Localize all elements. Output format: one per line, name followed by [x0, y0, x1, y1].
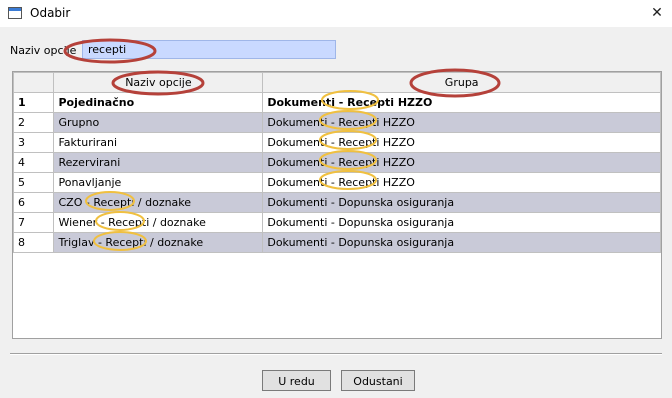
row-name: Pojedinačno — [53, 92, 264, 113]
table-row[interactable]: 6 CZO - Recepti / doznake Dokumenti - Do… — [13, 192, 661, 213]
close-button[interactable]: ✕ — [642, 0, 672, 27]
row-number: 1 — [13, 92, 55, 113]
row-number: 7 — [13, 212, 55, 233]
table-row[interactable]: 3 Fakturirani Dokumenti - Recepti HZZO — [13, 132, 661, 153]
row-group: Dokumenti - Dopunska osiguranja — [262, 232, 661, 253]
table-row[interactable]: 7 Wiener - Recepti / doznake Dokumenti -… — [13, 212, 661, 233]
row-number: 3 — [13, 132, 55, 153]
row-name: Fakturirani — [53, 132, 264, 153]
ok-button[interactable]: U redu — [262, 370, 331, 391]
row-group: Dokumenti - Recepti HZZO — [262, 92, 661, 113]
header-grupa[interactable]: Grupa — [262, 72, 661, 93]
row-group: Dokumenti - Recepti HZZO — [262, 132, 661, 153]
table-row[interactable]: 5 Ponavljanje Dokumenti - Recepti HZZO — [13, 172, 661, 193]
title-bar: Odabir ✕ — [0, 0, 672, 27]
row-name: Ponavljanje — [53, 172, 264, 193]
row-number: 4 — [13, 152, 55, 173]
table-row[interactable]: 8 Triglav - Recepti / doznake Dokumenti … — [13, 232, 661, 253]
row-name: CZO - Recepti / doznake — [53, 192, 264, 213]
row-name: Rezervirani — [53, 152, 264, 173]
row-group: Dokumenti - Recepti HZZO — [262, 112, 661, 133]
table-row[interactable]: 2 Grupno Dokumenti - Recepti HZZO — [13, 112, 661, 133]
row-number: 8 — [13, 232, 55, 253]
window-title: Odabir — [30, 6, 71, 20]
row-name: Wiener - Recepti / doznake — [53, 212, 264, 233]
divider — [10, 353, 662, 355]
row-number: 5 — [13, 172, 55, 193]
row-number: 6 — [13, 192, 55, 213]
results-grid[interactable]: Naziv opcije Grupa 1 Pojedinačno Dokumen… — [12, 71, 662, 339]
row-group: Dokumenti - Dopunska osiguranja — [262, 212, 661, 233]
row-group: Dokumenti - Recepti HZZO — [262, 172, 661, 193]
header-naziv[interactable]: Naziv opcije — [53, 72, 264, 93]
search-label: Naziv opcije — [10, 44, 77, 57]
table-row[interactable]: 1 Pojedinačno Dokumenti - Recepti HZZO — [13, 92, 661, 113]
cancel-button[interactable]: Odustani — [341, 370, 415, 391]
header-index — [13, 72, 55, 93]
row-name: Grupno — [53, 112, 264, 133]
row-name: Triglav - Recepti / doznake — [53, 232, 264, 253]
app-window-icon — [8, 7, 22, 19]
search-input[interactable] — [82, 40, 336, 59]
table-row[interactable]: 4 Rezervirani Dokumenti - Recepti HZZO — [13, 152, 661, 173]
row-group: Dokumenti - Recepti HZZO — [262, 152, 661, 173]
header-row: Naziv opcije Grupa — [13, 72, 661, 93]
row-number: 2 — [13, 112, 55, 133]
row-group: Dokumenti - Dopunska osiguranja — [262, 192, 661, 213]
